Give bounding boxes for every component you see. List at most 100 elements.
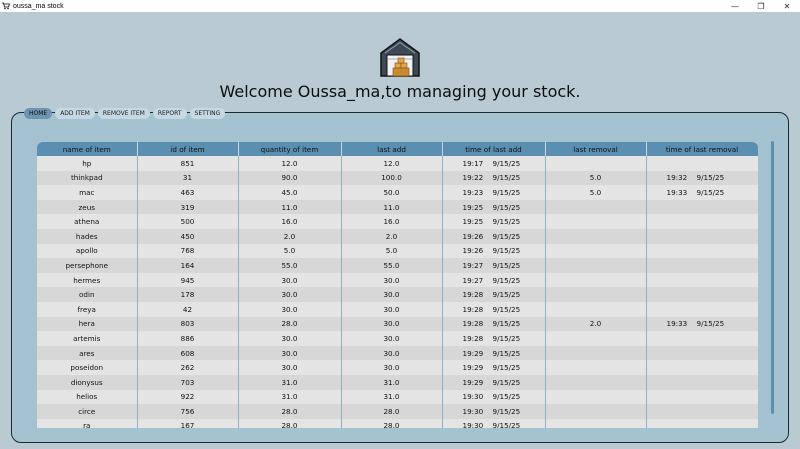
item-name-cell[interactable]: helios xyxy=(37,389,138,405)
column-header[interactable]: time of last removal xyxy=(646,142,758,156)
time-of-last-add-cell[interactable]: 19:28 9/15/25 xyxy=(442,331,546,346)
time-of-last-add-cell[interactable]: 19:26 9/15/25 xyxy=(442,228,546,244)
last-removal-cell[interactable] xyxy=(545,404,647,419)
item-quantity-cell[interactable]: 28.0 xyxy=(238,316,342,332)
table-row[interactable]: hades 450 2.0 2.0 19:26 9/15/25 xyxy=(37,228,758,244)
item-quantity-cell[interactable]: 12.0 xyxy=(238,156,342,171)
time-of-last-add-cell[interactable]: 19:29 9/15/25 xyxy=(442,345,546,361)
time-of-last-removal-cell[interactable] xyxy=(646,287,758,302)
item-id-cell[interactable]: 167 xyxy=(137,418,239,428)
last-removal-cell[interactable] xyxy=(545,345,647,361)
last-removal-cell[interactable] xyxy=(545,272,647,288)
table-row[interactable]: odin 178 30.0 30.0 19:28 9/15/25 xyxy=(37,287,758,302)
time-of-last-removal-cell[interactable] xyxy=(646,360,758,375)
last-removal-cell[interactable] xyxy=(545,199,647,215)
time-of-last-add-cell[interactable]: 19:22 9/15/25 xyxy=(442,170,546,186)
last-add-cell[interactable]: 5.0 xyxy=(341,243,443,259)
close-button[interactable]: ✕ xyxy=(774,0,800,12)
time-of-last-add-cell[interactable]: 19:17 9/15/25 xyxy=(442,156,546,171)
item-quantity-cell[interactable]: 30.0 xyxy=(238,301,342,317)
vertical-scrollbar[interactable] xyxy=(771,141,774,414)
last-add-cell[interactable]: 100.0 xyxy=(341,170,443,186)
last-add-cell[interactable]: 30.0 xyxy=(341,301,443,317)
time-of-last-removal-cell[interactable] xyxy=(646,228,758,244)
item-quantity-cell[interactable]: 55.0 xyxy=(238,258,342,273)
column-header[interactable]: last removal xyxy=(545,142,647,156)
item-id-cell[interactable]: 319 xyxy=(137,199,239,215)
item-id-cell[interactable]: 500 xyxy=(137,214,239,229)
item-id-cell[interactable]: 851 xyxy=(137,156,239,171)
last-add-cell[interactable]: 30.0 xyxy=(341,316,443,332)
item-id-cell[interactable]: 703 xyxy=(137,374,239,390)
time-of-last-add-cell[interactable]: 19:29 9/15/25 xyxy=(442,374,546,390)
time-of-last-removal-cell[interactable]: 19:33 9/15/25 xyxy=(646,185,758,200)
time-of-last-add-cell[interactable]: 19:27 9/15/25 xyxy=(442,258,546,273)
report-tab[interactable]: REPORT xyxy=(152,108,187,119)
item-id-cell[interactable]: 945 xyxy=(137,272,239,288)
table-row[interactable]: poseidon 262 30.0 30.0 19:29 9/15/25 xyxy=(37,360,758,375)
time-of-last-removal-cell[interactable] xyxy=(646,331,758,346)
time-of-last-add-cell[interactable]: 19:28 9/15/25 xyxy=(442,316,546,332)
item-id-cell[interactable]: 756 xyxy=(137,404,239,419)
table-row[interactable]: ares 608 30.0 30.0 19:29 9/15/25 xyxy=(37,345,758,361)
time-of-last-add-cell[interactable]: 19:23 9/15/25 xyxy=(442,185,546,200)
item-name-cell[interactable]: ares xyxy=(37,345,138,361)
last-add-cell[interactable]: 31.0 xyxy=(341,389,443,405)
table-row[interactable]: helios 922 31.0 31.0 19:30 9/15/25 xyxy=(37,389,758,405)
last-add-cell[interactable]: 30.0 xyxy=(341,331,443,346)
item-quantity-cell[interactable]: 16.0 xyxy=(238,214,342,229)
item-name-cell[interactable]: dionysus xyxy=(37,374,138,390)
item-quantity-cell[interactable]: 30.0 xyxy=(238,345,342,361)
time-of-last-removal-cell[interactable] xyxy=(646,389,758,405)
column-header[interactable]: quantity of item xyxy=(238,142,342,156)
item-id-cell[interactable]: 42 xyxy=(137,301,239,317)
time-of-last-removal-cell[interactable] xyxy=(646,258,758,273)
last-add-cell[interactable]: 16.0 xyxy=(341,214,443,229)
time-of-last-removal-cell[interactable] xyxy=(646,272,758,288)
table-row[interactable]: freya 42 30.0 30.0 19:28 9/15/25 xyxy=(37,301,758,317)
item-quantity-cell[interactable]: 45.0 xyxy=(238,185,342,200)
item-name-cell[interactable]: hera xyxy=(37,316,138,332)
time-of-last-removal-cell[interactable] xyxy=(646,214,758,229)
time-of-last-add-cell[interactable]: 19:28 9/15/25 xyxy=(442,301,546,317)
item-id-cell[interactable]: 463 xyxy=(137,185,239,200)
item-quantity-cell[interactable]: 5.0 xyxy=(238,243,342,259)
last-removal-cell[interactable] xyxy=(545,360,647,375)
last-add-cell[interactable]: 2.0 xyxy=(341,228,443,244)
table-row[interactable]: circe 756 28.0 28.0 19:30 9/15/25 xyxy=(37,404,758,419)
item-name-cell[interactable]: poseidon xyxy=(37,360,138,375)
item-quantity-cell[interactable]: 30.0 xyxy=(238,272,342,288)
time-of-last-add-cell[interactable]: 19:30 9/15/25 xyxy=(442,418,546,428)
item-name-cell[interactable]: ra xyxy=(37,418,138,428)
time-of-last-removal-cell[interactable] xyxy=(646,404,758,419)
item-name-cell[interactable]: artemis xyxy=(37,331,138,346)
item-name-cell[interactable]: zeus xyxy=(37,199,138,215)
item-name-cell[interactable]: hp xyxy=(37,156,138,171)
item-name-cell[interactable]: thinkpad xyxy=(37,170,138,186)
item-id-cell[interactable]: 886 xyxy=(137,331,239,346)
item-name-cell[interactable]: hermes xyxy=(37,272,138,288)
item-name-cell[interactable]: hades xyxy=(37,228,138,244)
restore-button[interactable]: ❐ xyxy=(748,0,774,12)
time-of-last-add-cell[interactable]: 19:27 9/15/25 xyxy=(442,272,546,288)
last-add-cell[interactable]: 11.0 xyxy=(341,199,443,215)
item-quantity-cell[interactable]: 31.0 xyxy=(238,374,342,390)
table-row[interactable]: ra 167 28.0 28.0 19:30 9/15/25 xyxy=(37,418,758,428)
last-add-cell[interactable]: 28.0 xyxy=(341,404,443,419)
item-id-cell[interactable]: 608 xyxy=(137,345,239,361)
time-of-last-removal-cell[interactable] xyxy=(646,374,758,390)
table-row[interactable]: artemis 886 30.0 30.0 19:28 9/15/25 xyxy=(37,331,758,346)
item-name-cell[interactable]: odin xyxy=(37,287,138,302)
last-removal-cell[interactable]: 5.0 xyxy=(545,185,647,200)
item-id-cell[interactable]: 262 xyxy=(137,360,239,375)
item-quantity-cell[interactable]: 2.0 xyxy=(238,228,342,244)
last-removal-cell[interactable] xyxy=(545,374,647,390)
last-removal-cell[interactable] xyxy=(545,228,647,244)
time-of-last-add-cell[interactable]: 19:30 9/15/25 xyxy=(442,389,546,405)
last-add-cell[interactable]: 50.0 xyxy=(341,185,443,200)
item-quantity-cell[interactable]: 30.0 xyxy=(238,360,342,375)
last-removal-cell[interactable] xyxy=(545,243,647,259)
time-of-last-add-cell[interactable]: 19:26 9/15/25 xyxy=(442,243,546,259)
item-id-cell[interactable]: 178 xyxy=(137,287,239,302)
table-row[interactable]: athena 500 16.0 16.0 19:25 9/15/25 xyxy=(37,214,758,229)
